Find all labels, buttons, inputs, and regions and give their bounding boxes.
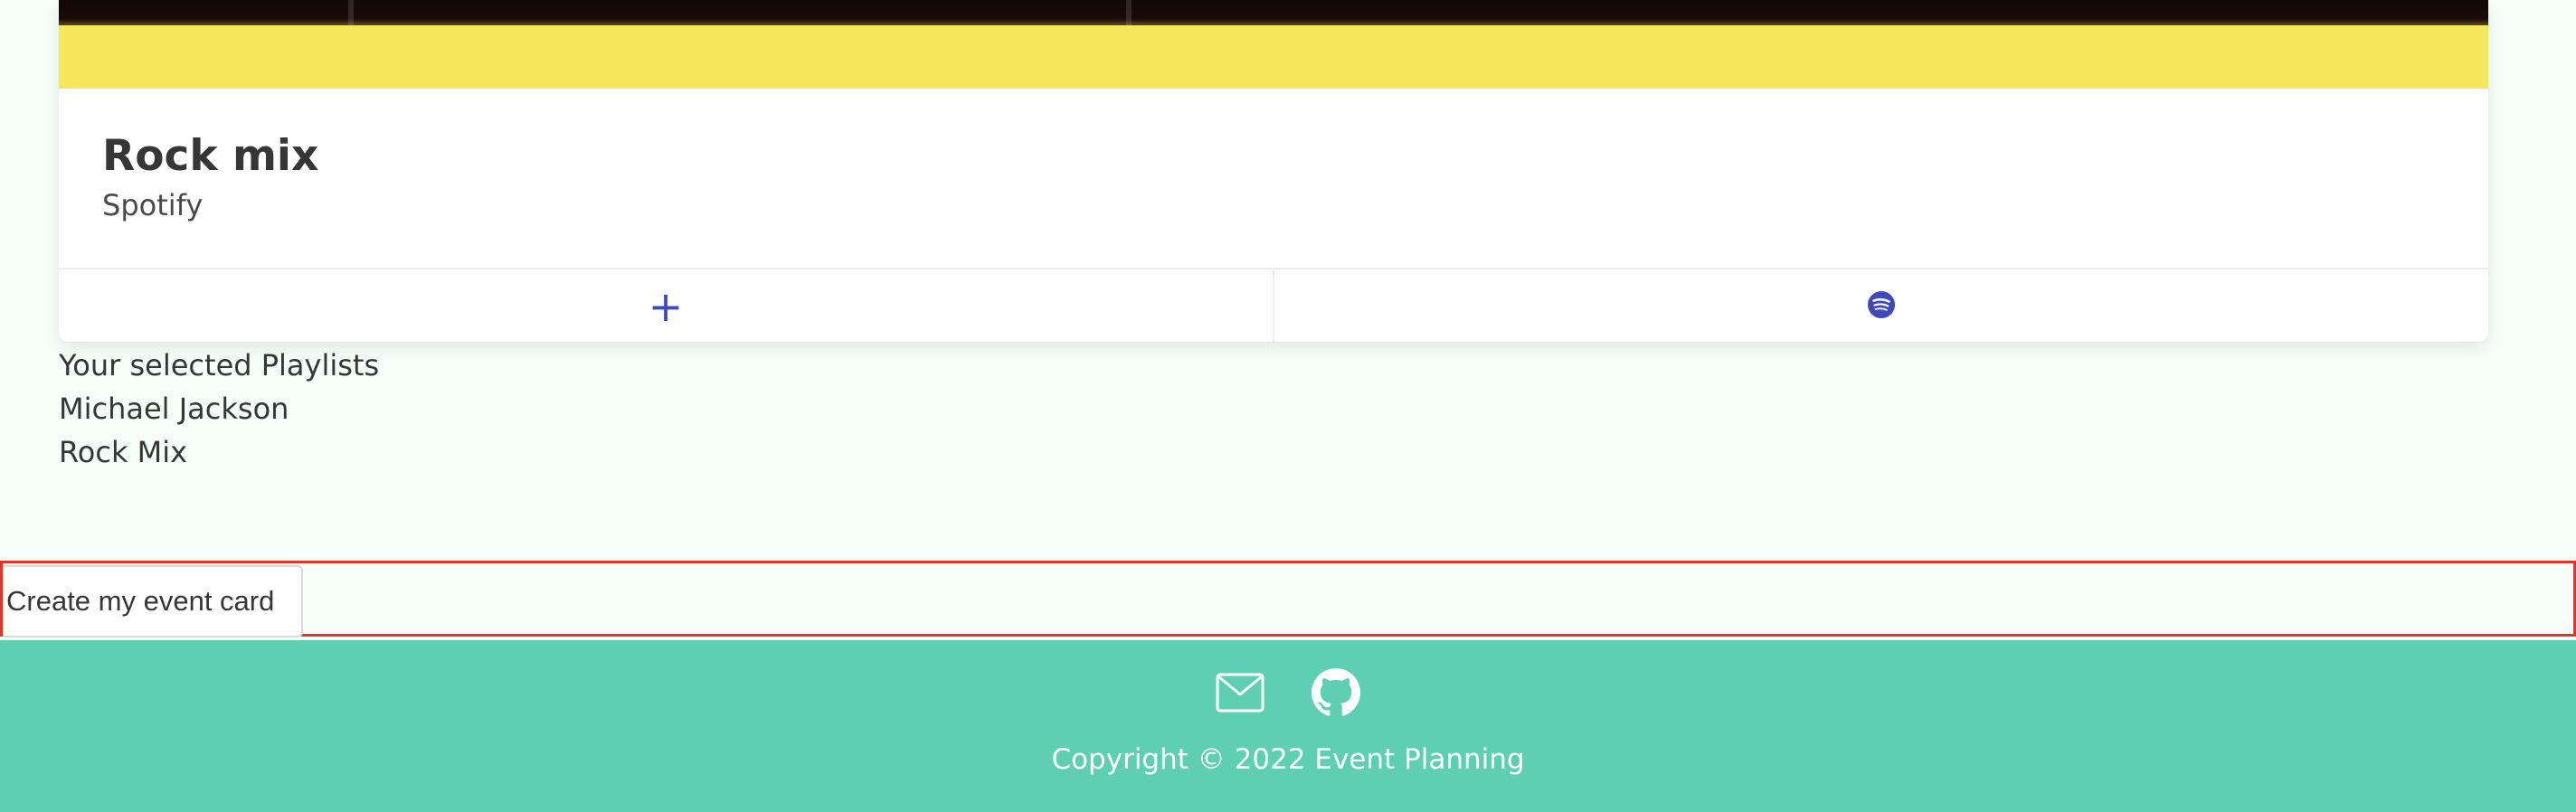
playlist-cover-image [59,0,2488,89]
playlist-card: Rock mix Spotify + [59,0,2488,342]
selected-playlists-heading: Your selected Playlists [59,348,380,382]
plus-icon: + [648,282,684,331]
playlist-title: Rock mix [102,131,319,181]
playlist-source: Spotify [102,188,204,222]
selected-playlist-item: Michael Jackson [59,392,289,426]
footer-icons [0,667,2576,718]
copyright-text: Copyright © 2022 Event Planning [1051,743,1525,776]
create-event-section: Create my event card [0,561,2576,637]
spotify-icon [1867,290,1896,323]
mail-icon[interactable] [1215,667,1265,718]
selected-playlists: Your selected Playlists Michael Jackson … [59,344,379,474]
card-footer: + [59,268,2488,342]
create-event-card-button[interactable]: Create my event card [3,565,304,637]
github-icon[interactable] [1311,667,1361,718]
page: Rock mix Spotify + Your selected Playlis… [0,0,2576,812]
add-playlist-button[interactable]: + [59,269,1273,342]
cover-image-dark-band [59,0,2488,25]
open-spotify-button[interactable] [1273,269,2488,342]
selected-playlist-item: Rock Mix [59,435,188,469]
site-footer: Copyright © 2022 Event Planning [0,640,2576,812]
